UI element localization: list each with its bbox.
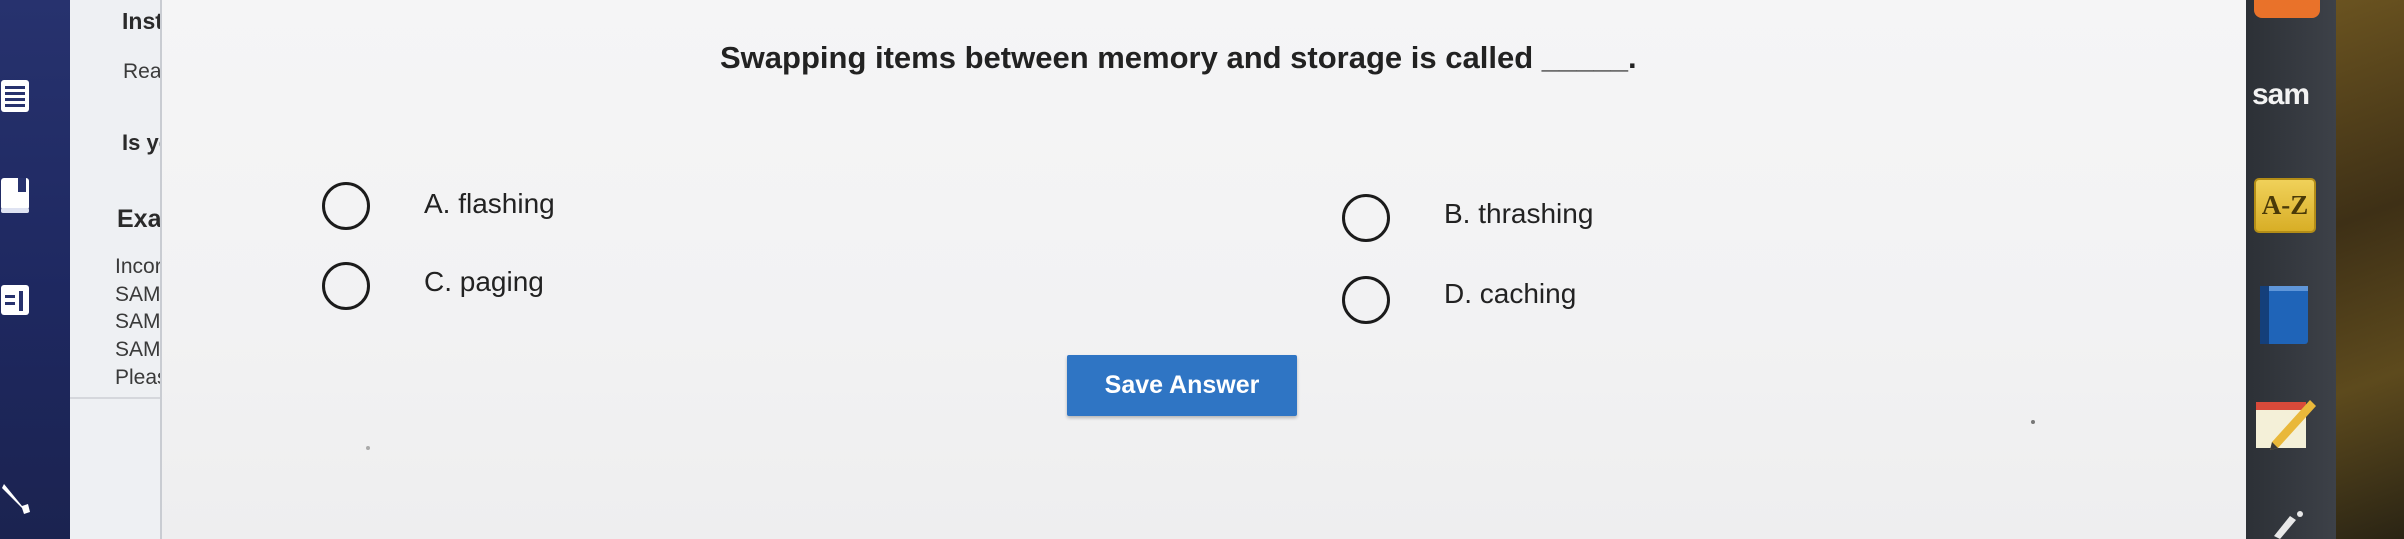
left-nav-strip xyxy=(0,0,70,539)
app-icon-top[interactable] xyxy=(2254,0,2320,18)
book-icon[interactable] xyxy=(2258,282,2314,353)
question-text: Swapping items between memory and storag… xyxy=(720,40,1637,75)
panel-divider xyxy=(70,397,160,399)
radio-c[interactable] xyxy=(322,262,370,310)
option-b-label: B. thrashing xyxy=(1444,198,1594,229)
save-answer-button[interactable]: Save Answer xyxy=(1067,355,1297,416)
panel-icon[interactable] xyxy=(0,283,32,319)
instructions-line: SAM xyxy=(115,338,161,361)
instructions-line: Incor xyxy=(115,255,162,278)
list-icon[interactable] xyxy=(0,78,32,114)
instructions-line: SAM xyxy=(115,310,161,333)
wrench-icon[interactable] xyxy=(0,480,32,520)
instructions-panel: Instr Read Is yo Exa Incor SAM SAM SAM P… xyxy=(70,0,162,539)
instructions-line: SAM xyxy=(115,283,161,306)
option-c-label: C. paging xyxy=(424,266,544,297)
sam-logo[interactable]: sam xyxy=(2252,78,2310,112)
screen-speck xyxy=(366,446,370,450)
radio-d[interactable] xyxy=(1342,276,1390,324)
instructions-question-text: Is yo xyxy=(122,130,160,155)
option-d-label: D. caching xyxy=(1444,278,1577,309)
radio-a[interactable] xyxy=(322,182,370,230)
question-area: Swapping items between memory and storag… xyxy=(162,0,2246,539)
exam-heading: Exa xyxy=(117,205,162,233)
instructions-heading: Instr xyxy=(122,8,160,34)
radio-b[interactable] xyxy=(1342,194,1390,242)
a-z-glossary-icon[interactable]: A-Z xyxy=(2254,178,2316,233)
option-a-label: A. flashing xyxy=(424,188,555,219)
screen-speck xyxy=(2031,420,2035,424)
book-icon[interactable] xyxy=(0,176,32,216)
instructions-read-text: Read xyxy=(123,60,162,83)
instructions-line: Pleas xyxy=(115,366,160,389)
notepad-pencil-icon[interactable] xyxy=(2254,394,2318,459)
desktop-background xyxy=(2336,0,2404,539)
pencil-tool-icon[interactable] xyxy=(2270,506,2310,539)
